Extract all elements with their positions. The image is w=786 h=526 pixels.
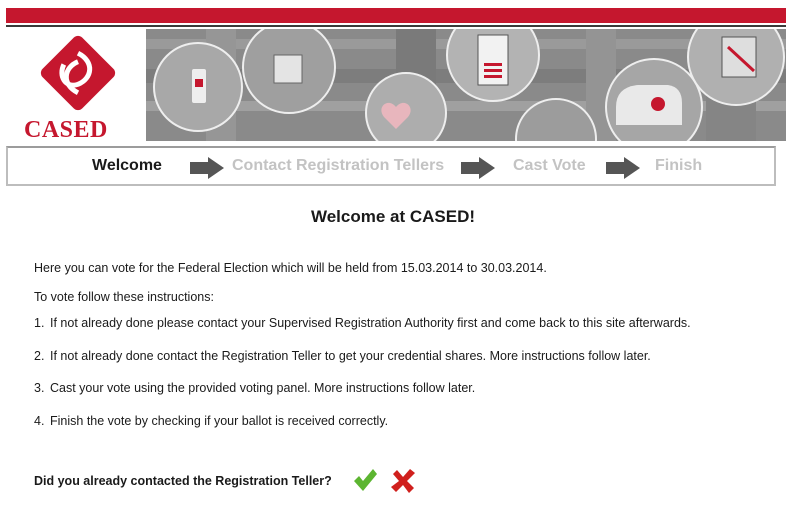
- yes-button[interactable]: [351, 466, 379, 494]
- progress-steps: Welcome Contact Registration Tellers Cas…: [6, 146, 776, 186]
- step-contact-registration-tellers: Contact Registration Tellers: [232, 157, 445, 174]
- list-item-text: Cast your vote using the provided voting…: [50, 381, 476, 395]
- page-title: Welcome at CASED!: [310, 207, 476, 226]
- list-item-number: 1.: [34, 316, 45, 330]
- instructions-label: To vote follow these instructions:: [34, 290, 214, 304]
- step-cast-vote: Cast Vote: [513, 157, 586, 174]
- step-finish: Finish: [655, 157, 703, 174]
- logo-text: CASED: [24, 117, 108, 143]
- list-item-text: If not already done please contact your …: [50, 316, 691, 330]
- cross-icon: [391, 469, 415, 493]
- step-arrow-icon: [606, 157, 640, 179]
- list-item: 3. Cast your vote using the provided vot…: [34, 381, 691, 414]
- logo-mark-icon: [40, 35, 116, 111]
- list-item-number: 2.: [34, 348, 45, 363]
- no-button[interactable]: [389, 467, 417, 495]
- list-item-text: If not already done contact the Registra…: [50, 348, 651, 363]
- list-item-number: 3.: [34, 381, 45, 395]
- step-arrow-icon: [461, 157, 495, 179]
- top-brand-bar: [6, 8, 786, 23]
- list-item-number: 4.: [34, 413, 45, 428]
- list-item: 2. If not already done contact the Regis…: [34, 349, 691, 382]
- header-banner-image: [146, 29, 786, 141]
- checkmark-icon: [354, 469, 377, 491]
- registration-question: Did you already contacted the Registrati…: [34, 474, 332, 488]
- page-header: CASED: [6, 27, 786, 144]
- list-item-text: Finish the vote by checking if your ball…: [50, 413, 389, 428]
- intro-text: Here you can vote for the Federal Electi…: [34, 261, 547, 275]
- list-item: 4. Finish the vote by checking if your b…: [34, 414, 691, 447]
- list-item: 1. If not already done please contact yo…: [34, 316, 691, 349]
- step-welcome: Welcome: [92, 157, 162, 174]
- step-arrow-icon: [190, 157, 224, 179]
- instructions-list: 1. If not already done please contact yo…: [34, 316, 691, 446]
